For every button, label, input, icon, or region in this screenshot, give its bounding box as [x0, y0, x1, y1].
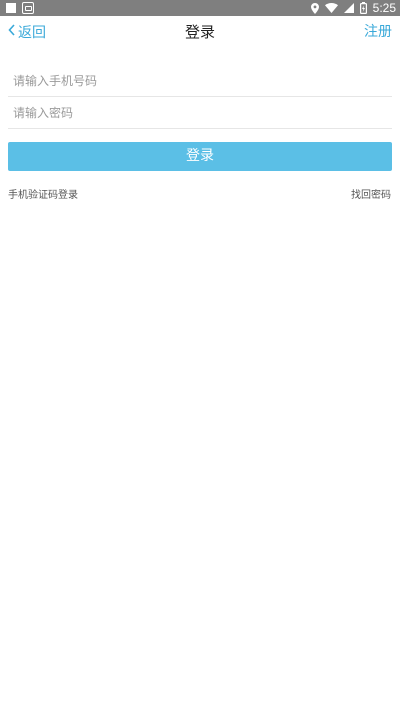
- wifi-icon: [324, 3, 338, 13]
- register-button[interactable]: 注册: [364, 16, 392, 48]
- password-field: [8, 97, 392, 129]
- battery-icon: [359, 2, 367, 14]
- signal-icon: [343, 3, 354, 13]
- login-button[interactable]: 登录: [8, 142, 392, 171]
- status-time: 5:25: [372, 1, 396, 15]
- phone-input[interactable]: [8, 65, 392, 96]
- nav-bar: 返回 登录 注册: [0, 16, 400, 48]
- sms-login-link[interactable]: 手机验证码登录: [8, 186, 78, 201]
- password-input[interactable]: [8, 97, 392, 128]
- status-icons: 5:25: [310, 0, 396, 16]
- phone-field: [8, 65, 392, 97]
- status-bar: 5:25: [0, 0, 400, 16]
- location-icon: [310, 2, 319, 14]
- page-title: 登录: [184, 23, 215, 41]
- notification-square-icon: [6, 3, 16, 13]
- app-notification-icon: [22, 2, 34, 14]
- forgot-password-link[interactable]: 找回密码: [351, 186, 391, 201]
